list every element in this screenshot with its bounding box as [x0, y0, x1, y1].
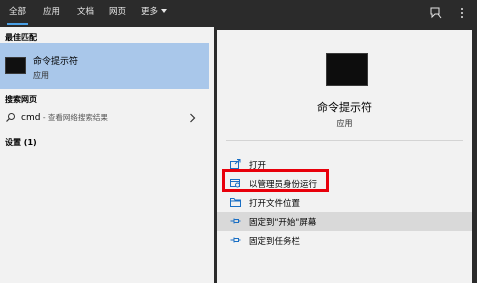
tab-apps[interactable]: 应用 [38, 0, 65, 27]
best-match-item[interactable]: 命令提示符 应用 [0, 43, 209, 89]
best-match-name: 命令提示符 [33, 57, 79, 67]
chevron-down-icon [161, 9, 167, 13]
best-match-heading: 最佳匹配 [5, 33, 37, 42]
feedback-icon[interactable] [429, 6, 443, 20]
cmd-icon [5, 57, 26, 74]
open-icon [230, 159, 241, 169]
preview-app-name: 命令提示符 [317, 101, 372, 114]
pin-icon [230, 237, 241, 243]
preview-panel: 命令提示符 应用 打开 以管理员身份运行 打开文件位置 固定到"开始"屏幕 固定… [217, 30, 472, 283]
web-search-hint: - 查看网络搜索结果 [40, 113, 108, 122]
divider [226, 140, 463, 141]
tab-more-label: 更多 [140, 7, 158, 17]
web-search-heading: 搜索网页 [5, 95, 37, 104]
action-pin-to-taskbar[interactable]: 固定到任务栏 [217, 231, 472, 250]
action-open-file-location[interactable]: 打开文件位置 [217, 193, 472, 212]
action-pin-to-taskbar-label: 固定到任务栏 [249, 237, 301, 247]
best-match-type: 应用 [33, 71, 49, 80]
search-filter-bar: 全部 应用 文档 网页 更多 [0, 0, 477, 27]
action-pin-to-start[interactable]: 固定到"开始"屏幕 [217, 212, 472, 231]
tab-more[interactable]: 更多 [136, 0, 172, 27]
cmd-icon-large [326, 53, 368, 86]
tab-web[interactable]: 网页 [104, 0, 131, 27]
tab-documents[interactable]: 文档 [72, 0, 99, 27]
chevron-right-icon[interactable] [189, 113, 196, 123]
annotation-highlight-box [222, 169, 329, 192]
action-open-file-location-label: 打开文件位置 [249, 199, 301, 209]
tab-all[interactable]: 全部 [4, 0, 31, 27]
results-panel: 最佳匹配 命令提示符 应用 搜索网页 cmd - 查看网络搜索结果 设置 (1) [0, 27, 214, 283]
pin-icon [230, 218, 241, 224]
web-search-text: cmd - 查看网络搜索结果 [21, 112, 108, 123]
folder-icon [230, 198, 241, 207]
more-options-icon[interactable] [455, 6, 469, 20]
settings-heading[interactable]: 设置 (1) [5, 137, 37, 148]
web-search-query: cmd [21, 113, 41, 123]
preview-app-type: 应用 [336, 119, 353, 128]
action-pin-to-start-label: 固定到"开始"屏幕 [249, 218, 317, 228]
web-search-result[interactable]: cmd - 查看网络搜索结果 [0, 109, 209, 128]
search-icon [6, 113, 15, 122]
